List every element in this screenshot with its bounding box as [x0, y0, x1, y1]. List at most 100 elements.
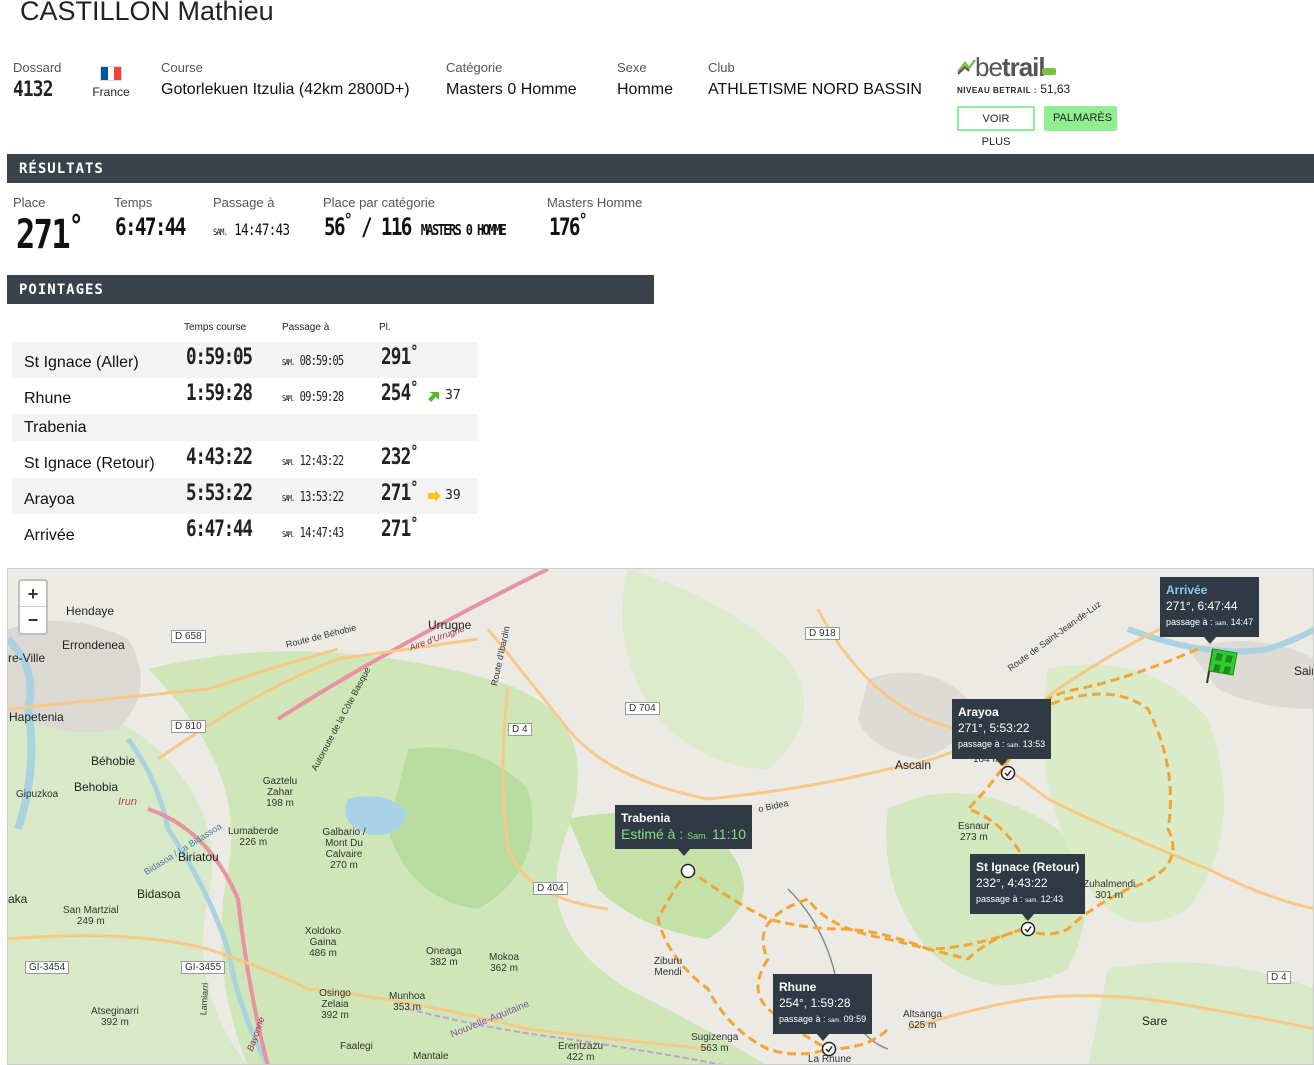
arrow-right-trend-icon [428, 489, 441, 502]
course-block: Course Gotorlekuen Itzulia (42km 2800D+) [161, 60, 410, 99]
sex-label: Sexe [617, 60, 647, 75]
map-label-bidasoa: Bidasoa [137, 887, 181, 901]
cat-total: 116 [380, 213, 413, 241]
map-label-gaztelu-name: Gaztelu Zahar [262, 776, 298, 798]
pointages-header: POINTAGES [7, 275, 654, 304]
finish-flag-icon[interactable] [1203, 645, 1243, 685]
map-label-erentzazu: Erentzazu 422 m [558, 1041, 603, 1063]
map-label-reville: re-Ville [8, 651, 46, 665]
row-passage: SAM. 08:59:05 [282, 354, 344, 369]
map-label-atseginarri: Atseginarri 392 m [91, 1006, 139, 1028]
betrail-cc-icon [1042, 68, 1056, 75]
tooltip-trabenia-title: Trabenia [621, 811, 671, 825]
row-passage-day: SAM. [282, 458, 295, 467]
tooltip-rhune: Rhune 254°, 1:59:28 passage à : sam. 09:… [773, 974, 873, 1041]
betrail-panel: betrail NIVEAU BETRAIL : 51,63 VOIR PLUS… [957, 52, 1117, 148]
row-place: 232° [381, 442, 418, 470]
sex-value: Homme [617, 81, 674, 98]
road-sign-d4-north: D 4 [508, 723, 532, 736]
map-label-sugizenga-name: Sugizenga [691, 1032, 739, 1043]
betrail-level: NIVEAU BETRAIL : 51,63 [957, 82, 1070, 96]
table-row: Arayoa 5:53:22 SAM. 13:53:22 271° 39 [12, 478, 478, 514]
map-label-ziburu: Ziburu Mendi [653, 956, 683, 978]
place-value: 271° [16, 209, 83, 258]
zoom-out-button[interactable]: − [20, 607, 46, 633]
road-sign-gi3455: GI-3455 [181, 961, 226, 974]
map-label-mantale: Mantale [413, 1051, 449, 1062]
map-label-erentzazu-name: Erentzazu [558, 1041, 604, 1052]
map-label-lumaberde: Lumaberde 226 m [228, 826, 279, 848]
table-row: Rhune 1:59:28 SAM. 09:59:28 254° 37 [12, 378, 478, 414]
col-passage-header: Passage à [282, 322, 330, 333]
row-place-number: 291 [381, 345, 411, 370]
map-label-galbario-name: Galbario / Mont Du Calvaire [322, 827, 366, 860]
tooltip-stignace: St Ignace (Retour) 232°, 4:43:22 passage… [970, 854, 1086, 921]
bib-number: 4132 [13, 77, 53, 101]
map-label-gipuzkoa: Gipuzkoa [16, 789, 59, 800]
road-sign-d810: D 810 [171, 720, 206, 733]
map-label-ascain: Ascain [895, 758, 932, 772]
course-label: Course [161, 60, 203, 75]
map-label-mokoa-alt: 362 m [490, 963, 518, 974]
row-time: 4:43:22 [186, 445, 253, 470]
road-sign-d918: D 918 [805, 627, 840, 640]
club-label: Club [708, 60, 735, 75]
map-label-munhoa-name: Munhoa [389, 991, 426, 1002]
checkpoint-rhune-icon[interactable] [821, 1041, 837, 1057]
map-label-xoldoko: Xoldoko Gaina 486 m [303, 926, 343, 959]
row-place: 271° [381, 514, 418, 542]
betrail-logo-trail: trail [1001, 52, 1046, 82]
table-row: Trabenia [12, 414, 478, 441]
map-label-sugizenga: Sugizenga 563 m [691, 1032, 738, 1054]
checkpoint-arayoa-icon[interactable] [1000, 765, 1016, 781]
time-value: 6:47:44 [115, 213, 186, 241]
row-place-number: 271 [381, 481, 411, 506]
row-trend: 37 [427, 388, 461, 403]
row-time: 5:53:22 [186, 481, 253, 506]
map-label-sugizenga-alt: 563 m [700, 1043, 729, 1054]
tooltip-arrivee: Arrivée 271°, 6:47:44 passage à : sam. 1… [1160, 577, 1260, 644]
masters-place: 176 [549, 213, 581, 241]
runner-name: CASTILLON Mathieu [20, 0, 274, 26]
map-label-atseginarri-name: Atseginarri [91, 1006, 139, 1017]
row-place: 271° [381, 478, 418, 506]
tooltip-arayoa-passage-label: passage à : [958, 739, 1005, 749]
betrail-logo-be: be [975, 52, 1003, 82]
passage-label: Passage à [213, 195, 275, 210]
betrail-level-label: NIVEAU BETRAIL : [957, 86, 1037, 95]
tooltip-arayoa-day: sam. [1007, 743, 1021, 749]
row-name: Arayoa [24, 491, 75, 508]
row-passage-day: SAM. [282, 358, 295, 367]
voir-plus-button[interactable]: VOIR PLUS [957, 106, 1035, 148]
tooltip-trabenia-estimate: Estimé à : Sam. 11:10 [621, 826, 746, 844]
cat-place-value: 56° / 116 MASTERS 0 HOMME [324, 210, 507, 241]
map-label-munhoa: Munhoa 353 m [389, 991, 425, 1013]
palmares-button[interactable]: PALMARÈS [1044, 106, 1117, 131]
checkpoint-stignace-icon[interactable] [1020, 921, 1036, 937]
row-passage-time: 08:59:05 [299, 354, 344, 369]
map-label-sanmartzial-name: San Martzial [63, 905, 119, 916]
tooltip-stignace-line: 232°, 4:43:22 [976, 876, 1048, 890]
course-map[interactable]: + − Arrivée 271°, 6:47:44 passage à : sa… [7, 568, 1314, 1065]
tooltip-arayoa: Arayoa 271°, 5:53:22 passage à : sam. 13… [952, 699, 1052, 766]
country-label: France [92, 85, 130, 99]
tooltip-stignace-time: 12:43 [1040, 894, 1064, 904]
row-passage-time: 13:53:22 [299, 490, 344, 505]
row-passage-time: 14:47:43 [299, 526, 344, 541]
row-name: St Ignace (Retour) [24, 455, 155, 472]
row-time: 6:47:44 [186, 517, 253, 542]
map-label-oneaga-name: Oneaga [426, 946, 462, 957]
arrow-up-trend-icon [428, 391, 439, 402]
map-label-osingo: Osingo Zelaia 392 m [315, 988, 355, 1021]
map-label-irun: Irun [118, 796, 137, 808]
tooltip-rhune-passage: passage à : sam. 09:59 [779, 1011, 866, 1029]
map-label-aka: aka [8, 892, 28, 906]
col-time-header: Temps course [184, 322, 247, 333]
checkpoint-trabenia-icon[interactable] [680, 863, 696, 879]
zoom-in-button[interactable]: + [20, 581, 46, 607]
map-label-behobia: Behobia [74, 780, 119, 794]
tooltip-rhune-passage-label: passage à : [779, 1014, 826, 1024]
row-passage-day: SAM. [282, 394, 295, 403]
tooltip-trabenia-time: 11:10 [712, 826, 747, 842]
map-label-saint: Saint- [1294, 664, 1313, 678]
